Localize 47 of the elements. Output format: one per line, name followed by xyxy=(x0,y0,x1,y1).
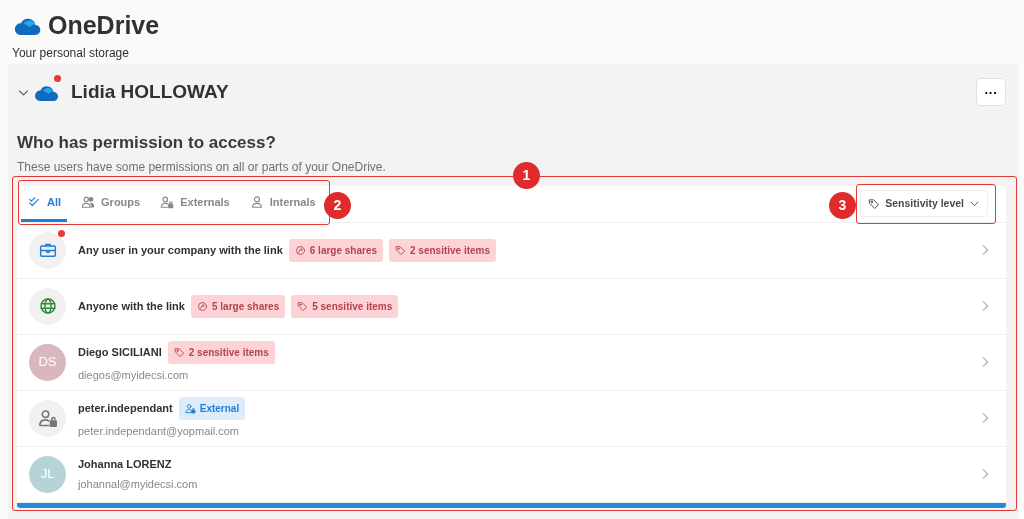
account-name: Lidia HOLLOWAY xyxy=(71,79,229,104)
sensitivity-badge: 2 sensitive items xyxy=(389,238,497,262)
person-lock-icon xyxy=(184,402,196,414)
double-check-icon xyxy=(27,195,41,209)
entry-name: Diego SICILIANI xyxy=(78,345,162,360)
list-row[interactable]: Any user in your company with the link 6 large shares 2 sensitive items xyxy=(17,222,1006,279)
list-row[interactable]: DS Diego SICILIANI 2 sensitive items diegos@myidecsi.com xyxy=(17,334,1006,391)
tab[interactable]: All xyxy=(21,185,68,222)
tab[interactable]: Externals xyxy=(154,185,236,222)
tag-icon xyxy=(868,197,881,210)
list-row[interactable]: Anyone with the link 5 large shares 5 sensitive items xyxy=(17,278,1006,335)
app-subtitle: Your personal storage xyxy=(12,45,130,62)
entry-name: peter.independant xyxy=(78,401,173,416)
entry-name: Anyone with the link xyxy=(78,298,185,314)
shares-badge: 6 large shares xyxy=(288,238,384,262)
tag-icon xyxy=(395,244,407,256)
sensitivity-badge: 2 sensitive items xyxy=(167,340,275,364)
external-badge: External xyxy=(178,396,246,420)
entry-email: peter.independant@yopmail.com xyxy=(78,423,240,439)
share-circle-icon xyxy=(196,300,208,312)
section-heading: Who has permission to access? xyxy=(17,132,277,154)
briefcase-icon xyxy=(38,241,57,259)
shares-badge: 5 large shares xyxy=(190,294,286,318)
person-icon xyxy=(249,195,264,209)
more-button[interactable]: ··· xyxy=(976,78,1006,106)
list-row[interactable]: JL Johanna LORENZ johannal@myidecsi.com xyxy=(17,446,1006,503)
sensitivity-dropdown[interactable]: Sensitivity level xyxy=(860,190,988,217)
entry-email: johannal@myidecsi.com xyxy=(78,476,198,492)
tag-icon xyxy=(173,346,185,358)
section-description: These users have some permissions on all or parts of your OneDrive. xyxy=(17,158,386,176)
people-icon xyxy=(81,195,96,209)
list-row[interactable]: peter.independant External peter.independant@yopmail.com xyxy=(17,390,1006,447)
entry-name: Any user in your company with the link xyxy=(78,242,283,258)
entry-name: Johanna LORENZ xyxy=(78,457,172,472)
avatar-initials: JL xyxy=(40,465,55,484)
tag-icon xyxy=(297,300,309,312)
globe-icon xyxy=(38,297,57,315)
cloud-icon xyxy=(33,83,59,102)
entry-email: diegos@myidecsi.com xyxy=(78,367,190,383)
share-circle-icon xyxy=(294,244,306,256)
tab[interactable]: Internals xyxy=(243,185,322,222)
avatar-initials: DS xyxy=(38,353,57,372)
sensitivity-badge: 5 sensitive items xyxy=(291,294,399,318)
app-title: OneDrive xyxy=(48,10,160,40)
tab[interactable]: Groups xyxy=(75,185,147,222)
person-lock-icon xyxy=(160,195,175,209)
person-lock-icon xyxy=(37,408,58,428)
